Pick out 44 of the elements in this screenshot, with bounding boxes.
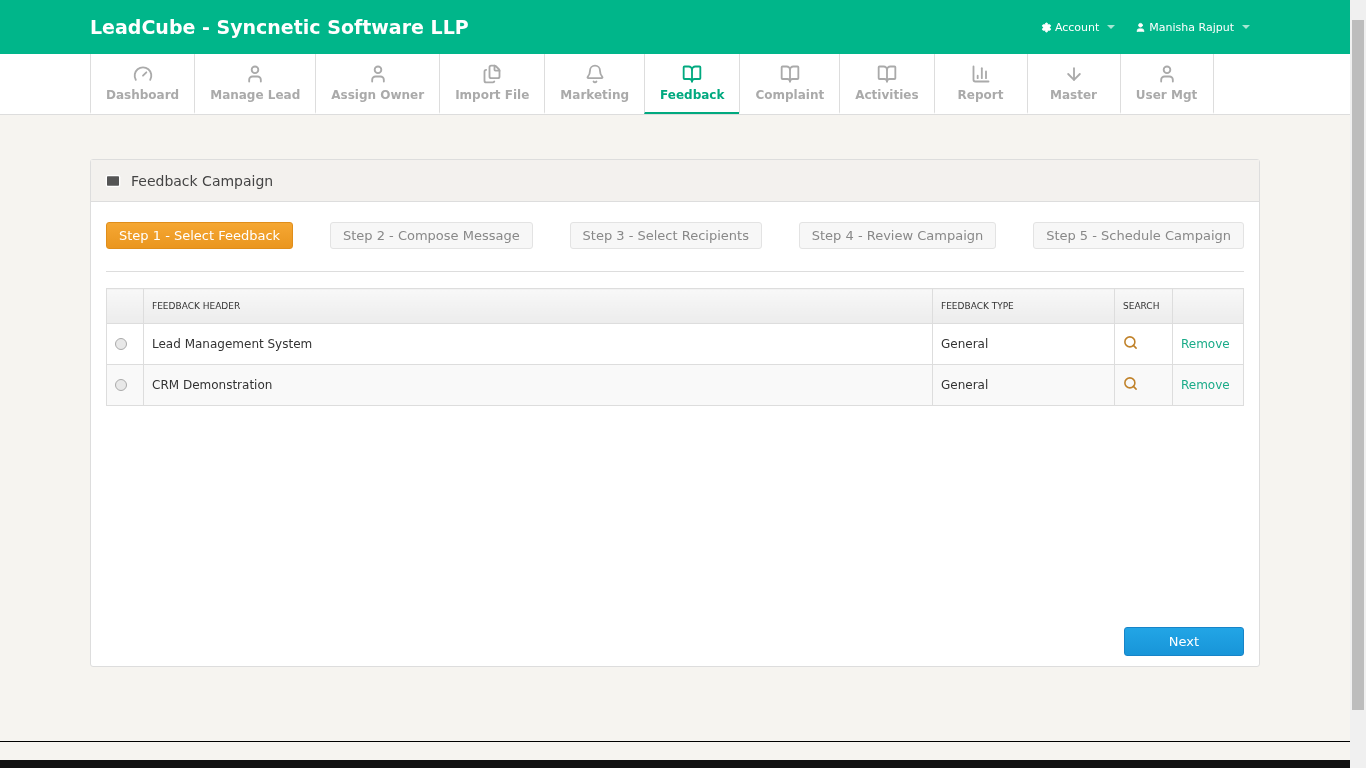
app-title: LeadCube - Syncnetic Software LLP (90, 16, 469, 38)
header-cell: FEEDBACK HEADER (143, 288, 933, 324)
step-button[interactable]: Step 2 - Compose Message (329, 222, 533, 249)
settings-icon (1040, 21, 1052, 33)
search-icon[interactable] (1123, 335, 1138, 350)
caret-icon (1107, 25, 1116, 29)
nav-tab[interactable]: Activities (839, 54, 934, 114)
panel-title: Feedback Campaign (131, 172, 274, 189)
nav-tab[interactable]: Report (933, 54, 1027, 114)
nav-tab[interactable]: User Mgt (1119, 54, 1214, 114)
header-menu[interactable]: Account (1040, 20, 1116, 34)
radio-button[interactable] (115, 338, 127, 350)
header-menu[interactable]: Manisha Rajput (1135, 20, 1250, 34)
nav-tab[interactable]: Feedback (644, 54, 740, 114)
caret-icon (1242, 25, 1250, 29)
search-icon[interactable] (1123, 376, 1138, 391)
header-cell: SEARCH (1114, 288, 1173, 324)
gauge-icon (132, 64, 153, 84)
user-icon (1135, 21, 1147, 33)
nav-tab[interactable]: Manage Lead (194, 54, 316, 114)
table-cell: Lead Management System (143, 323, 933, 365)
nav-tab[interactable]: Marketing (544, 54, 645, 114)
nav-tab[interactable]: Complaint (739, 54, 840, 114)
nav-tab[interactable]: Import File (439, 54, 545, 114)
next-button[interactable]: Next (1124, 627, 1244, 656)
scrollbar[interactable] (1350, 0, 1366, 768)
step-button[interactable]: Step 5 - Schedule Campaign (1033, 222, 1244, 249)
book-icon (779, 64, 800, 84)
step-button[interactable]: Step 1 - Select Feedback (106, 222, 294, 249)
table-cell: CRM Demonstration (143, 364, 933, 406)
book-icon (876, 64, 897, 84)
nav-tab[interactable]: Dashboard (90, 54, 195, 114)
step-button[interactable]: Step 4 - Review Campaign (798, 222, 997, 249)
step-button[interactable]: Step 3 - Select Recipients (569, 222, 762, 249)
nav-tab[interactable]: Master (1026, 54, 1120, 114)
header-cell: FEEDBACK TYPE (932, 288, 1115, 324)
radio-button[interactable] (115, 379, 127, 391)
files-icon (482, 64, 503, 84)
nav-tab[interactable]: Assign Owner (315, 54, 440, 114)
chart-icon (970, 64, 991, 84)
table-cell: General (932, 323, 1115, 365)
bell-icon (584, 64, 605, 84)
book-icon (682, 64, 703, 84)
table-cell: General (932, 364, 1115, 406)
